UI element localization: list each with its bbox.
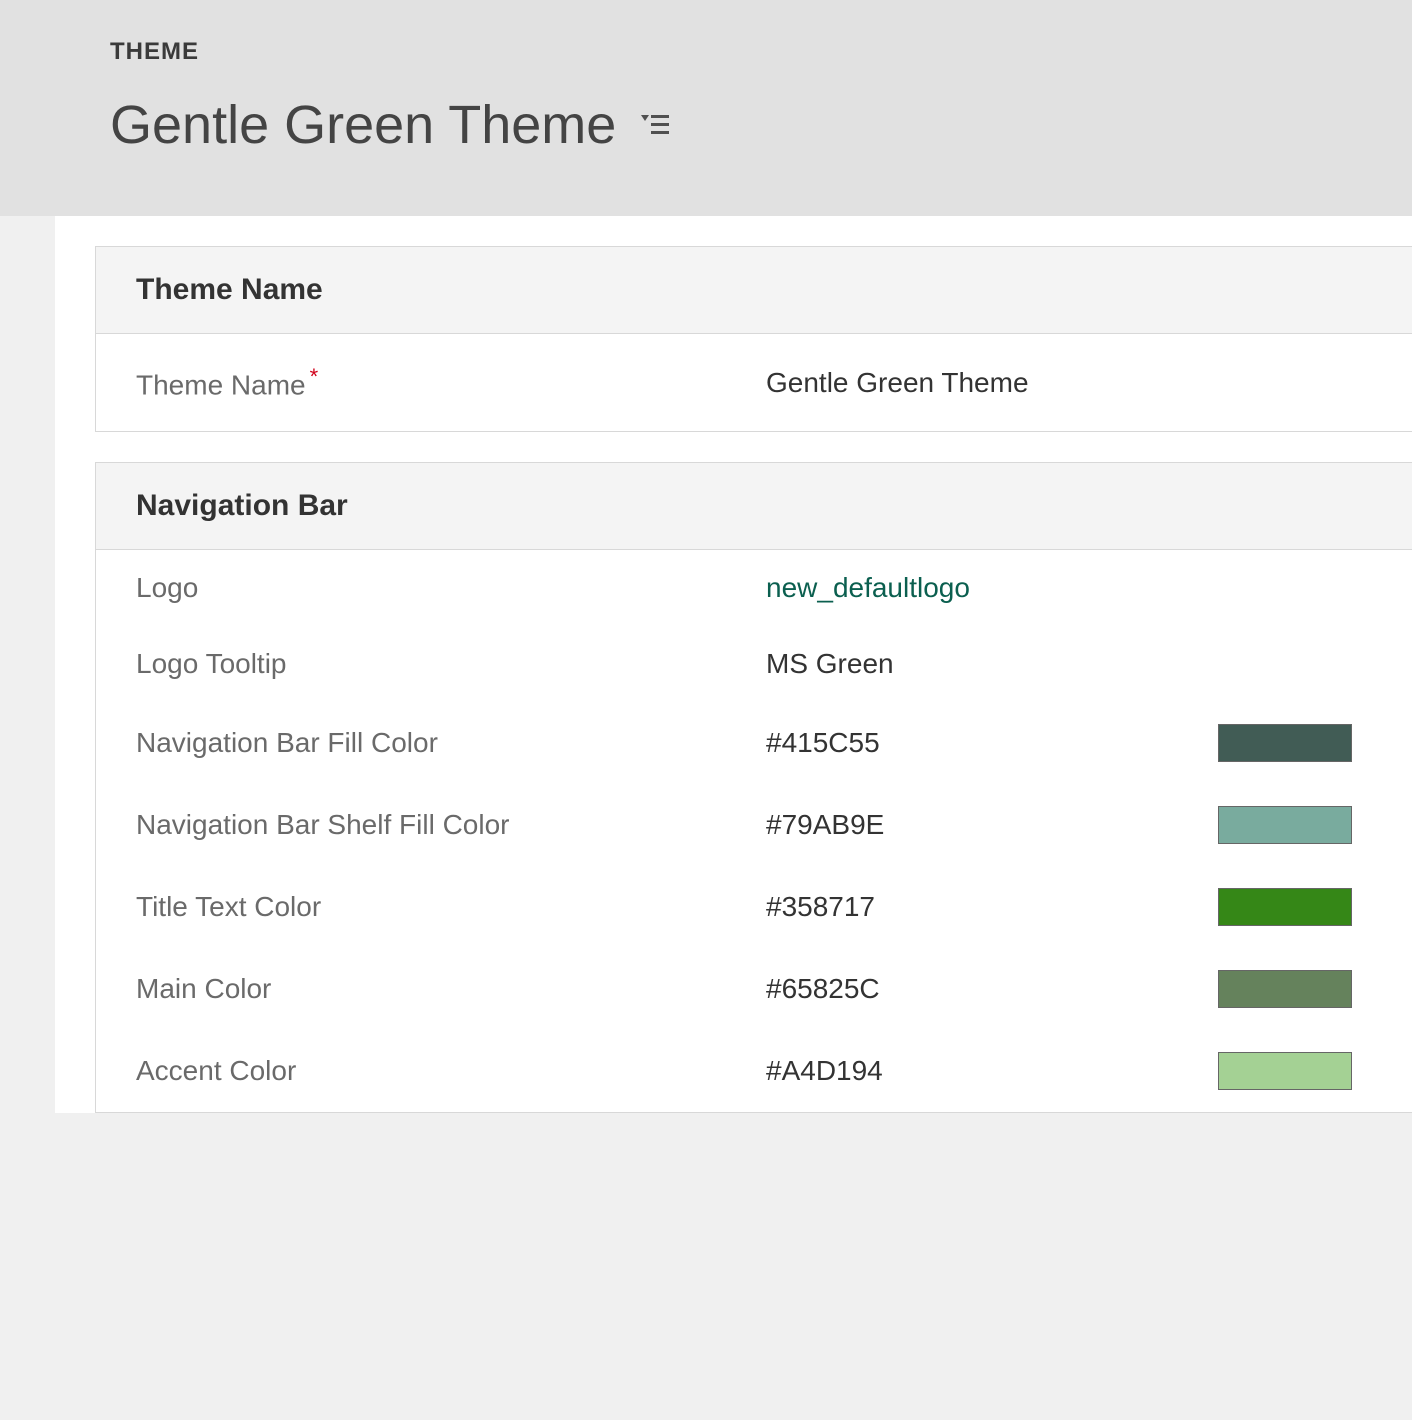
row-nav-shelf-fill-color: Navigation Bar Shelf Fill Color #79AB9E — [96, 784, 1412, 866]
label-accent-color: Accent Color — [136, 1055, 766, 1087]
row-logo: Logo new_defaultlogo — [96, 550, 1412, 626]
row-theme-name: Theme Name* Gentle Green Theme — [96, 334, 1412, 431]
label-title-text-color: Title Text Color — [136, 891, 766, 923]
swatch-title-text-color[interactable] — [1218, 888, 1352, 926]
page-title: Gentle Green Theme — [110, 94, 616, 156]
value-title-text-color[interactable]: #358717 — [766, 888, 1372, 926]
row-main-color: Main Color #65825C — [96, 948, 1412, 1030]
value-nav-shelf-fill-color[interactable]: #79AB9E — [766, 806, 1372, 844]
section-header-navigation-bar: Navigation Bar — [96, 463, 1412, 550]
section-navigation-bar: Navigation Bar Logo new_defaultlogo Logo… — [95, 462, 1412, 1113]
value-accent-color[interactable]: #A4D194 — [766, 1052, 1372, 1090]
label-main-color: Main Color — [136, 973, 766, 1005]
breadcrumb: THEME — [110, 38, 1412, 66]
value-nav-shelf-fill-color-text: #79AB9E — [766, 809, 1198, 841]
label-logo-tooltip: Logo Tooltip — [136, 648, 766, 680]
page-header: THEME Gentle Green Theme — [0, 0, 1412, 216]
section-header-theme-name: Theme Name — [96, 247, 1412, 334]
row-title-text-color: Title Text Color #358717 — [96, 866, 1412, 948]
value-main-color[interactable]: #65825C — [766, 970, 1372, 1008]
value-logo-tooltip-text: MS Green — [766, 648, 1372, 680]
label-theme-name-text: Theme Name — [136, 369, 306, 400]
value-nav-fill-color[interactable]: #415C55 — [766, 724, 1372, 762]
label-logo: Logo — [136, 572, 766, 604]
value-accent-color-text: #A4D194 — [766, 1055, 1198, 1087]
swatch-main-color[interactable] — [1218, 970, 1352, 1008]
content-area: Theme Name Theme Name* Gentle Green Them… — [55, 216, 1412, 1113]
value-logo-tooltip[interactable]: MS Green — [766, 648, 1372, 680]
value-logo-link[interactable]: new_defaultlogo — [766, 572, 1372, 604]
label-theme-name: Theme Name* — [136, 364, 766, 401]
value-theme-name[interactable]: Gentle Green Theme — [766, 367, 1372, 399]
value-logo[interactable]: new_defaultlogo — [766, 572, 1372, 604]
swatch-nav-fill-color[interactable] — [1218, 724, 1352, 762]
row-logo-tooltip: Logo Tooltip MS Green — [96, 626, 1412, 702]
label-nav-fill-color: Navigation Bar Fill Color — [136, 727, 766, 759]
required-asterisk-icon: * — [310, 364, 319, 389]
section-theme-name: Theme Name Theme Name* Gentle Green Them… — [95, 246, 1412, 432]
title-dropdown-menu-icon[interactable] — [641, 113, 671, 137]
value-title-text-color-text: #358717 — [766, 891, 1198, 923]
value-theme-name-text: Gentle Green Theme — [766, 367, 1372, 399]
value-main-color-text: #65825C — [766, 973, 1198, 1005]
swatch-accent-color[interactable] — [1218, 1052, 1352, 1090]
label-nav-shelf-fill-color: Navigation Bar Shelf Fill Color — [136, 809, 766, 841]
row-accent-color: Accent Color #A4D194 — [96, 1030, 1412, 1112]
value-nav-fill-color-text: #415C55 — [766, 727, 1198, 759]
swatch-nav-shelf-fill-color[interactable] — [1218, 806, 1352, 844]
page-title-row: Gentle Green Theme — [110, 94, 1412, 156]
row-nav-fill-color: Navigation Bar Fill Color #415C55 — [96, 702, 1412, 784]
